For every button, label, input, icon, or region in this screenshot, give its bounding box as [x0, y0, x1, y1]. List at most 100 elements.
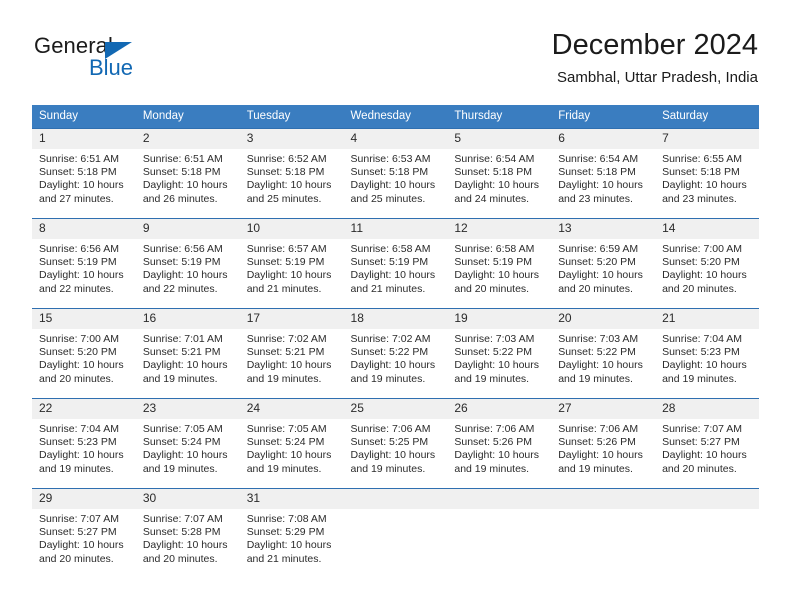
day-sun-info: Sunrise: 6:58 AM Sunset: 5:19 PM Daylight:… — [344, 239, 448, 296]
sunset-time: Sunset: 5:21 PM — [142, 346, 221, 359]
sunrise-time: Sunrise: 7:00 AM — [39, 333, 119, 345]
calendar-day-cell[interactable]: 12 Sunrise: 6:58 AM Sunset: 5:19 PM Dayligh… — [447, 218, 552, 309]
day-number: 13 — [551, 219, 656, 239]
general-blue-logo[interactable]: General Blue — [34, 33, 164, 81]
calendar-day-cell[interactable]: 29 Sunrise: 7:07 AM Sunset: 5:27 PM Dayligh… — [32, 488, 136, 575]
calendar-day-cell-empty — [551, 488, 656, 575]
day-sun-info: Sunrise: 6:55 AM Sunset: 5:18 PM Daylight:… — [655, 149, 759, 206]
calendar-day-cell[interactable]: 1 Sunrise: 6:51 AM Sunset: 5:18 PM Daylight… — [32, 128, 136, 219]
day-number: 22 — [32, 399, 136, 419]
calendar-header-row: Sunday Monday Tuesday Wednesday Thursday… — [32, 105, 759, 129]
day-number: 21 — [655, 309, 759, 329]
daylight-duration-line2: and 19 minutes. — [558, 462, 633, 475]
calendar-day-cell[interactable]: 31 Sunrise: 7:08 AM Sunset: 5:29 PM Dayligh… — [239, 488, 344, 575]
calendar-day-cell[interactable]: 2 Sunrise: 6:51 AM Sunset: 5:18 PM Daylight… — [135, 128, 240, 219]
day-sun-info: Sunrise: 7:00 AM Sunset: 5:20 PM Daylight:… — [655, 239, 759, 296]
day-number: 19 — [447, 309, 552, 329]
day-number — [447, 489, 552, 509]
day-number: 15 — [32, 309, 136, 329]
daylight-duration-line1: Daylight: 10 hours — [454, 269, 540, 282]
calendar-day-cell[interactable]: 8 Sunrise: 6:56 AM Sunset: 5:19 PM Daylight… — [32, 218, 136, 309]
weekday-header-wednesday: Wednesday — [343, 105, 448, 129]
day-sun-info: Sunrise: 6:57 AM Sunset: 5:19 PM Daylight:… — [240, 239, 344, 296]
calendar-day-cell[interactable]: 10 Sunrise: 6:57 AM Sunset: 5:19 PM Dayligh… — [239, 218, 344, 309]
daylight-duration-line2: and 24 minutes. — [454, 192, 530, 205]
day-number: 6 — [551, 129, 656, 149]
daylight-duration-line1: Daylight: 10 hours — [350, 179, 436, 192]
sunrise-time: Sunrise: 7:03 AM — [558, 333, 639, 345]
calendar-day-cell[interactable]: 26 Sunrise: 7:06 AM Sunset: 5:26 PM Dayligh… — [447, 398, 552, 489]
day-number: 12 — [447, 219, 552, 239]
daylight-duration-line2: and 21 minutes. — [350, 282, 426, 295]
sunrise-time: Sunrise: 7:06 AM — [454, 423, 535, 435]
daylight-duration-line2: and 19 minutes. — [350, 372, 426, 385]
day-sun-info: Sunrise: 6:51 AM Sunset: 5:18 PM Daylight:… — [32, 149, 136, 206]
sunrise-time: Sunrise: 6:51 AM — [39, 153, 119, 165]
calendar-day-cell[interactable]: 25 Sunrise: 7:06 AM Sunset: 5:25 PM Dayligh… — [343, 398, 448, 489]
calendar-day-cell[interactable]: 18 Sunrise: 7:02 AM Sunset: 5:22 PM Dayligh… — [343, 308, 448, 399]
calendar-day-cell[interactable]: 22 Sunrise: 7:04 AM Sunset: 5:23 PM Dayligh… — [32, 398, 136, 489]
calendar-day-cell[interactable]: 15 Sunrise: 7:00 AM Sunset: 5:20 PM Dayligh… — [32, 308, 136, 399]
daylight-duration-line2: and 20 minutes. — [454, 282, 530, 295]
day-number: 4 — [343, 129, 448, 149]
calendar-day-cell[interactable]: 19 Sunrise: 7:03 AM Sunset: 5:22 PM Dayligh… — [447, 308, 552, 399]
calendar-week-row: 8 Sunrise: 6:56 AM Sunset: 5:19 PM Daylight… — [32, 218, 759, 309]
daylight-duration-line2: and 19 minutes. — [454, 372, 530, 385]
calendar-day-cell[interactable]: 27 Sunrise: 7:06 AM Sunset: 5:26 PM Dayligh… — [551, 398, 656, 489]
daylight-duration-line1: Daylight: 10 hours — [39, 179, 124, 192]
calendar-day-cell[interactable]: 5 Sunrise: 6:54 AM Sunset: 5:18 PM Daylight… — [447, 128, 552, 219]
calendar-day-cell[interactable]: 20 Sunrise: 7:03 AM Sunset: 5:22 PM Dayligh… — [551, 308, 656, 399]
calendar-day-cell[interactable]: 23 Sunrise: 7:05 AM Sunset: 5:24 PM Dayligh… — [135, 398, 240, 489]
calendar-day-cell[interactable]: 30 Sunrise: 7:07 AM Sunset: 5:28 PM Dayligh… — [135, 488, 240, 575]
calendar-day-cell[interactable]: 3 Sunrise: 6:52 AM Sunset: 5:18 PM Daylight… — [239, 128, 344, 219]
day-number: 29 — [32, 489, 136, 509]
day-sun-info: Sunrise: 7:03 AM Sunset: 5:22 PM Daylight:… — [447, 329, 551, 386]
day-sun-info: Sunrise: 7:02 AM Sunset: 5:22 PM Daylight:… — [344, 329, 448, 386]
calendar-day-cell[interactable]: 6 Sunrise: 6:54 AM Sunset: 5:18 PM Daylight… — [551, 128, 656, 219]
day-sun-info: Sunrise: 7:05 AM Sunset: 5:24 PM Daylight:… — [240, 419, 344, 476]
calendar-day-cell[interactable]: 16 Sunrise: 7:01 AM Sunset: 5:21 PM Dayligh… — [135, 308, 240, 399]
page-title: December 2024 — [551, 29, 758, 61]
sunset-time: Sunset: 5:18 PM — [142, 166, 221, 179]
sunrise-time: Sunrise: 6:56 AM — [142, 243, 223, 255]
day-sun-info: Sunrise: 6:58 AM Sunset: 5:19 PM Daylight:… — [447, 239, 551, 296]
day-sun-info: Sunrise: 7:04 AM Sunset: 5:23 PM Daylight:… — [655, 329, 759, 386]
daylight-duration-line1: Daylight: 10 hours — [246, 359, 332, 372]
day-number: 31 — [239, 489, 344, 509]
daylight-duration-line1: Daylight: 10 hours — [246, 179, 332, 192]
calendar-day-cell[interactable]: 21 Sunrise: 7:04 AM Sunset: 5:23 PM Dayligh… — [655, 308, 759, 399]
weekday-header-sunday: Sunday — [32, 105, 136, 129]
sunset-time: Sunset: 5:20 PM — [39, 346, 117, 359]
sunset-time: Sunset: 5:28 PM — [142, 526, 221, 539]
calendar-day-cell[interactable]: 13 Sunrise: 6:59 AM Sunset: 5:20 PM Dayligh… — [551, 218, 656, 309]
day-number: 18 — [343, 309, 448, 329]
sunset-time: Sunset: 5:26 PM — [454, 436, 533, 449]
day-number — [655, 489, 759, 509]
sunset-time: Sunset: 5:22 PM — [558, 346, 636, 359]
sunrise-time: Sunrise: 7:07 AM — [142, 513, 223, 525]
day-sun-info: Sunrise: 7:01 AM Sunset: 5:21 PM Daylight:… — [136, 329, 240, 386]
daylight-duration-line2: and 19 minutes. — [142, 462, 218, 475]
day-number: 1 — [32, 129, 136, 149]
daylight-duration-line2: and 19 minutes. — [662, 372, 737, 385]
daylight-duration-line1: Daylight: 10 hours — [558, 359, 643, 372]
calendar-day-cell[interactable]: 11 Sunrise: 6:58 AM Sunset: 5:19 PM Dayligh… — [343, 218, 448, 309]
calendar-week-row: 29 Sunrise: 7:07 AM Sunset: 5:27 PM Dayligh… — [32, 488, 759, 575]
daylight-duration-line2: and 20 minutes. — [662, 282, 737, 295]
daylight-duration-line1: Daylight: 10 hours — [558, 449, 643, 462]
day-number: 5 — [447, 129, 552, 149]
day-sun-info: Sunrise: 6:54 AM Sunset: 5:18 PM Daylight:… — [447, 149, 551, 206]
calendar-day-cell[interactable]: 17 Sunrise: 7:02 AM Sunset: 5:21 PM Dayligh… — [239, 308, 344, 399]
calendar-day-cell[interactable]: 24 Sunrise: 7:05 AM Sunset: 5:24 PM Dayligh… — [239, 398, 344, 489]
calendar-day-cell[interactable]: 28 Sunrise: 7:07 AM Sunset: 5:27 PM Dayligh… — [655, 398, 759, 489]
daylight-duration-line2: and 19 minutes. — [39, 462, 114, 475]
calendar-day-cell[interactable]: 9 Sunrise: 6:56 AM Sunset: 5:19 PM Daylight… — [135, 218, 240, 309]
day-number: 20 — [551, 309, 656, 329]
daylight-duration-line1: Daylight: 10 hours — [662, 449, 747, 462]
day-number — [343, 489, 448, 509]
calendar-day-cell[interactable]: 4 Sunrise: 6:53 AM Sunset: 5:18 PM Daylight… — [343, 128, 448, 219]
calendar-day-cell[interactable]: 7 Sunrise: 6:55 AM Sunset: 5:18 PM Daylight… — [655, 128, 759, 219]
day-number: 16 — [135, 309, 240, 329]
sunset-time: Sunset: 5:18 PM — [246, 166, 325, 179]
calendar-day-cell[interactable]: 14 Sunrise: 7:00 AM Sunset: 5:20 PM Dayligh… — [655, 218, 759, 309]
